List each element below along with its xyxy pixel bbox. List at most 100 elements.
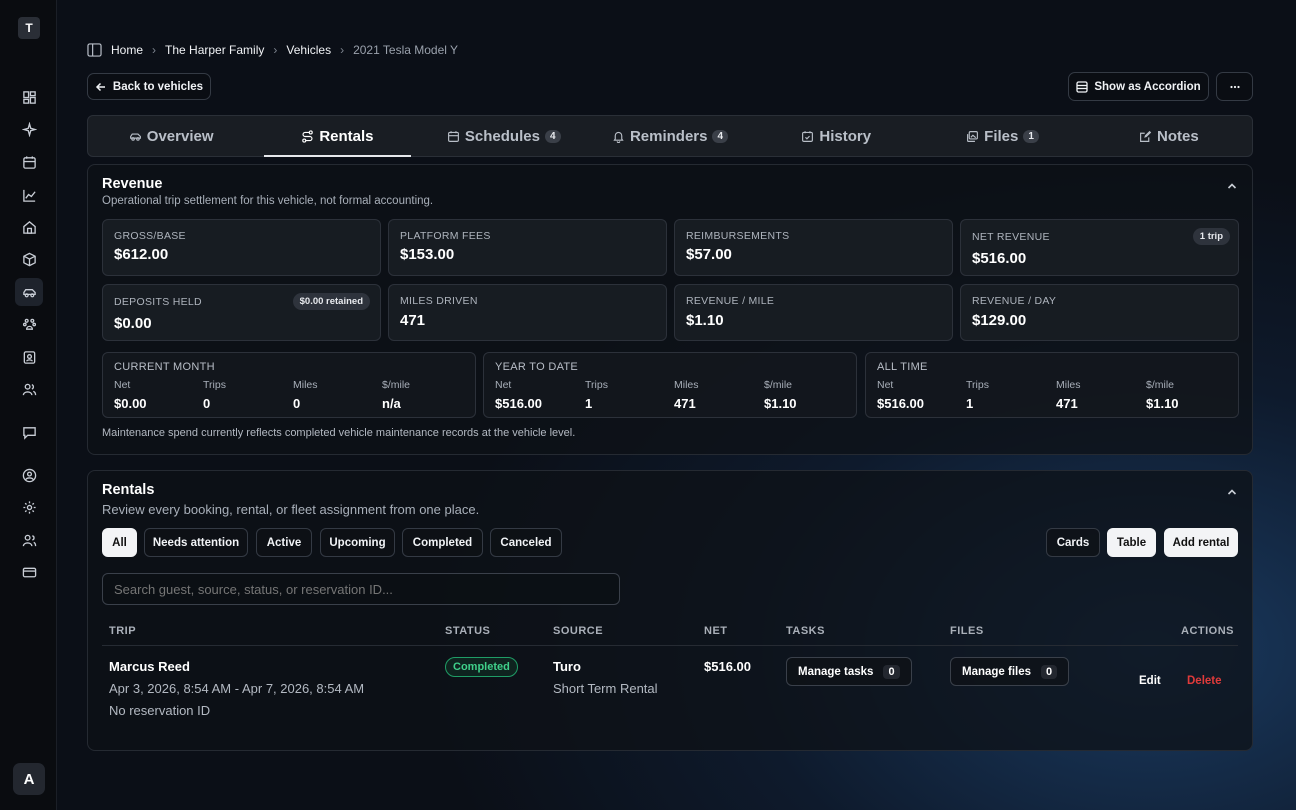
period-col: Miles 0 — [293, 379, 318, 411]
chevron-right-icon: › — [152, 43, 157, 57]
stat-reimbursements: REIMBURSEMENTS $57.00 — [674, 219, 953, 276]
tab-reminders[interactable]: Reminders 4 — [587, 116, 753, 156]
col-value: 0 — [203, 396, 211, 411]
breadcrumb-family[interactable]: The Harper Family — [165, 43, 264, 57]
delete-button[interactable]: Delete — [1187, 675, 1222, 687]
filter-all[interactable]: All — [102, 528, 137, 557]
col-label: $/mile — [1146, 379, 1175, 391]
stat-net-revenue: NET REVENUE $516.00 1 trip — [960, 219, 1239, 276]
team-icon[interactable] — [15, 526, 43, 554]
chevron-up-icon[interactable] — [1226, 180, 1238, 192]
filter-completed[interactable]: Completed — [402, 528, 483, 557]
note-edit-icon — [1140, 130, 1152, 142]
manage-tasks-button[interactable]: Manage tasks 0 — [786, 657, 912, 686]
tab-rentals[interactable]: Rentals — [254, 116, 420, 157]
col-label: Net — [877, 379, 894, 391]
period-col: Net $516.00 — [877, 379, 924, 411]
col-label: $/mile — [764, 379, 793, 391]
car-icon[interactable] — [15, 278, 43, 306]
col-value: 471 — [674, 396, 696, 411]
tab-overview[interactable]: Overview — [88, 116, 254, 156]
breadcrumb-vehicles[interactable]: Vehicles — [286, 43, 331, 57]
manage-files-label: Manage files — [962, 665, 1032, 678]
period-col: $/mile $1.10 — [764, 379, 797, 411]
stat-label: MILES DRIVEN — [400, 295, 478, 307]
col-label: Net — [114, 379, 131, 391]
stat-value: $612.00 — [114, 246, 169, 263]
view-table-button[interactable]: Table — [1107, 528, 1156, 557]
filter-canceled[interactable]: Canceled — [490, 528, 562, 557]
credit-card-icon[interactable] — [15, 558, 43, 586]
manage-files-button[interactable]: Manage files 0 — [950, 657, 1070, 686]
chevron-up-icon[interactable] — [1226, 486, 1238, 498]
filter-active[interactable]: Active — [256, 528, 312, 557]
period-col: Net $516.00 — [495, 379, 542, 411]
back-to-vehicles-button[interactable]: Back to vehicles — [87, 73, 211, 100]
edit-button[interactable]: Edit — [1139, 675, 1161, 687]
breadcrumb: Home › The Harper Family › Vehicles › 20… — [87, 42, 458, 58]
revenue-title: Revenue — [102, 176, 163, 192]
sparkle-icon[interactable] — [15, 115, 43, 143]
show-as-accordion-button[interactable]: Show as Accordion — [1068, 72, 1209, 101]
chat-icon[interactable] — [15, 418, 43, 446]
stat-value: $129.00 — [972, 312, 1027, 329]
chevron-right-icon: › — [273, 43, 278, 57]
col-label: Trips — [585, 379, 608, 391]
tab-files[interactable]: Files 1 — [919, 116, 1085, 156]
breadcrumb-home[interactable]: Home — [111, 43, 143, 57]
period-col: $/mile $1.10 — [1146, 379, 1179, 411]
tab-notes[interactable]: Notes — [1086, 116, 1252, 156]
period-col: Net $0.00 — [114, 379, 147, 411]
source-name: Turo — [553, 659, 581, 674]
manage-tasks-label: Manage tasks — [798, 665, 874, 678]
chart-icon[interactable] — [15, 181, 43, 209]
column-source: SOURCE — [553, 625, 604, 637]
accordion-icon — [1076, 80, 1088, 93]
tab-schedules[interactable]: Schedules 4 — [421, 116, 587, 156]
route-icon — [302, 129, 314, 143]
user-avatar[interactable]: A — [13, 763, 45, 795]
calendar-icon[interactable] — [15, 148, 43, 176]
source-type: Short Term Rental — [553, 681, 658, 696]
more-options-button[interactable] — [1216, 72, 1253, 101]
stat-value: $153.00 — [400, 246, 455, 263]
col-label: $/mile — [382, 379, 411, 391]
files-count: 0 — [1041, 664, 1058, 679]
contacts-icon[interactable] — [15, 343, 43, 371]
back-label: Back to vehicles — [112, 80, 204, 93]
dashboard-icon[interactable] — [15, 83, 43, 111]
tasks-count: 0 — [883, 664, 900, 679]
chevron-right-icon: › — [340, 43, 345, 57]
stat-label: DEPOSITS HELD — [114, 296, 202, 308]
tab-count-badge: 4 — [712, 129, 729, 143]
tab-history[interactable]: History — [753, 116, 919, 156]
workspace-logo[interactable]: T — [18, 17, 40, 39]
settings-icon[interactable] — [15, 493, 43, 521]
col-label: Miles — [674, 379, 699, 391]
home-icon[interactable] — [15, 213, 43, 241]
user-circle-icon[interactable] — [15, 461, 43, 489]
guest-name[interactable]: Marcus Reed — [109, 659, 190, 674]
col-label: Trips — [203, 379, 226, 391]
filter-needs-attention[interactable]: Needs attention — [144, 528, 248, 557]
rentals-subtitle: Review every booking, rental, or fleet a… — [102, 502, 480, 517]
sidebar-toggle-icon[interactable] — [87, 43, 102, 57]
stat-value: $57.00 — [686, 246, 732, 263]
tab-label: Notes — [1156, 127, 1199, 145]
column-trip: TRIP — [109, 625, 137, 637]
car-icon — [129, 132, 141, 141]
col-value: 471 — [1056, 396, 1078, 411]
users-icon[interactable] — [15, 375, 43, 403]
rental-search-input[interactable] — [102, 573, 620, 605]
view-cards-button[interactable]: Cards — [1046, 528, 1100, 557]
more-horizontal-icon — [1229, 85, 1240, 88]
period-col: Miles 471 — [674, 379, 699, 411]
stat-label: NET REVENUE — [972, 231, 1050, 243]
add-rental-button[interactable]: Add rental — [1164, 528, 1238, 557]
arrow-left-icon — [95, 82, 105, 91]
revenue-card: Revenue Operational trip settlement for … — [87, 164, 1253, 455]
box-icon[interactable] — [15, 245, 43, 273]
trip-dates: Apr 3, 2026, 8:54 AM - Apr 7, 2026, 8:54… — [109, 681, 365, 696]
filter-upcoming[interactable]: Upcoming — [320, 528, 395, 557]
pets-icon[interactable] — [15, 310, 43, 338]
